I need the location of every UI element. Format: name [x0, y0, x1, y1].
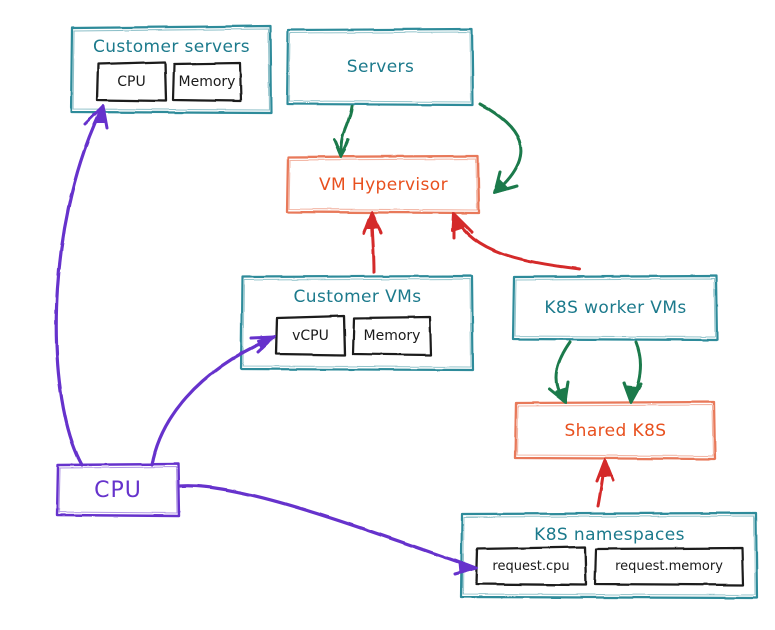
edge-namespaces-to-sharedk8s	[595, 458, 615, 508]
edge-k8sworker-to-hypervisor	[451, 212, 582, 271]
node-customer-servers[interactable]	[69, 24, 273, 115]
node-ns-request-cpu[interactable]	[474, 545, 588, 587]
edge-servers-to-hypervisor-left	[332, 104, 354, 158]
edge-cpu-to-customerservers-cpu	[54, 104, 109, 467]
node-cvm-memory[interactable]	[351, 315, 433, 357]
edge-k8sworker-to-sharedk8s-left	[547, 340, 572, 404]
edge-servers-to-hypervisor-right	[478, 102, 523, 194]
diagram-canvas	[54, 24, 759, 600]
node-vm-hypervisor[interactable]	[285, 154, 481, 215]
node-ns-request-memory[interactable]	[593, 546, 745, 587]
node-cvm-vcpu[interactable]	[274, 314, 347, 357]
edge-cpu-to-request-cpu	[178, 484, 478, 576]
edge-cpu-to-vcpu	[150, 335, 276, 467]
edge-customervms-to-hypervisor	[362, 211, 383, 274]
node-cs-cpu[interactable]	[95, 60, 168, 103]
node-cpu[interactable]	[55, 462, 181, 518]
node-k8s-worker-vms[interactable]	[511, 274, 719, 342]
node-shared-k8s[interactable]	[513, 400, 717, 461]
node-k8s-namespaces[interactable]	[459, 511, 759, 600]
edge-k8sworker-to-sharedk8s-right	[622, 340, 643, 404]
node-servers[interactable]	[285, 27, 475, 107]
node-customer-vms[interactable]	[239, 274, 475, 372]
node-cs-memory[interactable]	[171, 61, 243, 103]
